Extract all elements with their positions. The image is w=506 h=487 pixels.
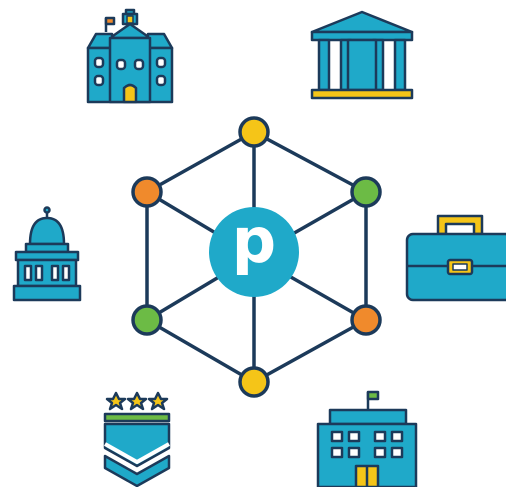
school-building-icon <box>86 8 174 104</box>
edge <box>252 130 368 194</box>
node-bottom <box>238 366 270 398</box>
node-upper-left <box>131 176 163 208</box>
office-building-icon <box>316 390 418 487</box>
edge <box>145 130 256 194</box>
military-rank-insignia-icon <box>103 391 171 487</box>
node-top <box>238 116 270 148</box>
node-lower-left <box>131 304 163 336</box>
courthouse-icon <box>310 10 414 100</box>
capitol-building-icon <box>12 206 82 302</box>
edge <box>145 318 256 384</box>
node-upper-right <box>350 176 382 208</box>
edge <box>252 318 368 384</box>
node-lower-right <box>350 304 382 336</box>
briefcase-icon <box>405 214 506 302</box>
network-diagram: p <box>12 8 506 487</box>
hub-letter: p <box>232 204 276 277</box>
